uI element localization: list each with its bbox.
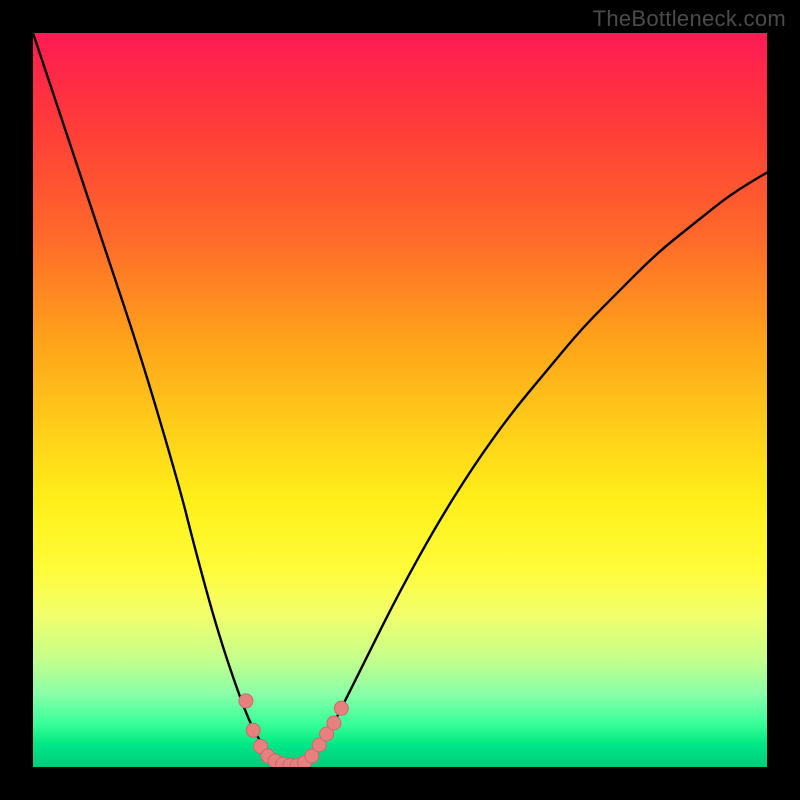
marker-point: [239, 694, 253, 708]
marker-point: [246, 723, 260, 737]
bottleneck-curve: [33, 33, 767, 767]
chart-frame: TheBottleneck.com: [0, 0, 800, 800]
curve-layer: [33, 33, 767, 767]
plot-area: [33, 33, 767, 767]
watermark-text: TheBottleneck.com: [593, 6, 786, 32]
marker-point: [327, 716, 341, 730]
curve-markers: [239, 694, 348, 767]
marker-point: [334, 701, 348, 715]
